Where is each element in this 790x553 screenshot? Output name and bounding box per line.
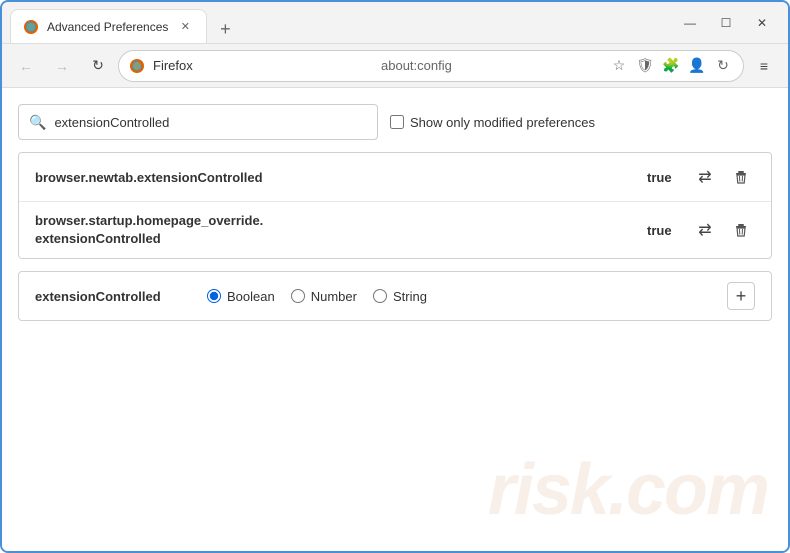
pref-value-1: true: [631, 170, 691, 185]
site-name: Firefox: [153, 58, 373, 73]
profile-icon[interactable]: 👤: [687, 56, 707, 76]
radio-boolean-label[interactable]: Boolean: [207, 289, 275, 304]
add-pref-button[interactable]: +: [727, 282, 755, 310]
show-modified-checkbox[interactable]: [390, 115, 404, 129]
radio-boolean-text: Boolean: [227, 289, 275, 304]
toolbar: ← → ↻ Firefox about:config ☆ 🛡 🧩 👤 ↻ ≡: [2, 44, 788, 88]
delete-button-2[interactable]: [727, 216, 755, 244]
radio-string[interactable]: [373, 289, 387, 303]
delete-button-1[interactable]: [727, 163, 755, 191]
extensions-icon[interactable]: 🧩: [661, 56, 681, 76]
search-bar-row: 🔍 Show only modified preferences: [18, 104, 772, 140]
radio-boolean[interactable]: [207, 289, 221, 303]
forward-button[interactable]: →: [46, 50, 78, 82]
firefox-logo: [129, 58, 145, 74]
pref-name-2: browser.startup.homepage_override. exten…: [35, 212, 631, 248]
radio-number-label[interactable]: Number: [291, 289, 357, 304]
tab-title: Advanced Preferences: [47, 20, 168, 34]
search-input[interactable]: [54, 115, 367, 130]
toolbar-right: ≡: [748, 50, 780, 82]
close-window-button[interactable]: ✕: [748, 9, 776, 37]
page-content: risk.com 🔍 Show only modified preference…: [2, 88, 788, 551]
show-modified-checkbox-label[interactable]: Show only modified preferences: [390, 115, 595, 130]
radio-number[interactable]: [291, 289, 305, 303]
tab-favicon: [23, 19, 39, 35]
swap-button-2[interactable]: ⇄: [691, 216, 719, 244]
sync-icon[interactable]: ↻: [713, 56, 733, 76]
pref-name-2-line2: extensionControlled: [35, 231, 161, 246]
tab-area: Advanced Preferences ✕ +: [10, 2, 672, 43]
tab-close-button[interactable]: ✕: [176, 18, 194, 36]
pref-value-2: true: [631, 223, 691, 238]
new-pref-name: extensionControlled: [35, 289, 195, 304]
search-input-wrapper[interactable]: 🔍: [18, 104, 378, 140]
reload-button[interactable]: ↻: [82, 50, 114, 82]
row-1-actions: ⇄: [691, 163, 755, 191]
type-radio-group: Boolean Number String: [207, 289, 715, 304]
address-bar[interactable]: Firefox about:config ☆ 🛡 🧩 👤 ↻: [118, 50, 744, 82]
address-bar-icons: ☆ 🛡 🧩 👤 ↻: [609, 56, 733, 76]
table-row: browser.startup.homepage_override. exten…: [19, 202, 771, 258]
radio-string-label[interactable]: String: [373, 289, 427, 304]
pref-name-2-line1: browser.startup.homepage_override.: [35, 213, 263, 228]
radio-number-text: Number: [311, 289, 357, 304]
window-controls: — ☐ ✕: [676, 9, 780, 37]
minimize-button[interactable]: —: [676, 9, 704, 37]
title-bar: Advanced Preferences ✕ + — ☐ ✕: [2, 2, 788, 44]
table-row: browser.newtab.extensionControlled true …: [19, 153, 771, 202]
swap-button-1[interactable]: ⇄: [691, 163, 719, 191]
back-button[interactable]: ←: [10, 50, 42, 82]
bookmark-icon[interactable]: ☆: [609, 56, 629, 76]
row-2-actions: ⇄: [691, 216, 755, 244]
trash-icon-2: [733, 222, 749, 238]
maximize-button[interactable]: ☐: [712, 9, 740, 37]
active-tab[interactable]: Advanced Preferences ✕: [10, 9, 207, 43]
show-modified-label: Show only modified preferences: [410, 115, 595, 130]
radio-string-text: String: [393, 289, 427, 304]
add-pref-row: extensionControlled Boolean Number Strin…: [18, 271, 772, 321]
browser-window: Advanced Preferences ✕ + — ☐ ✕ ← → ↻ Fir…: [0, 0, 790, 553]
shield-icon[interactable]: 🛡: [635, 56, 655, 76]
search-icon: 🔍: [29, 114, 46, 131]
results-table: browser.newtab.extensionControlled true …: [18, 152, 772, 259]
trash-icon-1: [733, 169, 749, 185]
menu-button[interactable]: ≡: [748, 50, 780, 82]
new-tab-button[interactable]: +: [211, 15, 239, 43]
watermark: risk.com: [488, 449, 768, 531]
url-text: about:config: [381, 58, 601, 73]
pref-name-1: browser.newtab.extensionControlled: [35, 170, 631, 185]
